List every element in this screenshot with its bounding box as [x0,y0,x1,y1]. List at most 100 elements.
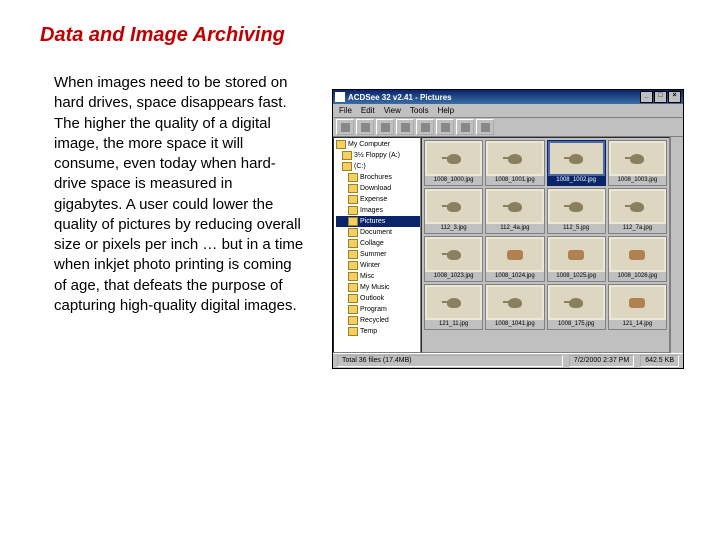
folder-icon [348,184,358,193]
toolbar-button[interactable] [456,119,474,135]
tree-item-label: Winter [360,260,380,271]
thumbnail-caption: 121_14.jpg [609,320,666,329]
embedded-screenshot: ACDSee 32 v2.41 - Pictures _ □ × File Ed… [332,89,684,369]
tree-item[interactable]: My Music [336,282,420,293]
folder-icon [348,261,358,270]
thumbnail-caption: 1008_1003.jpg [609,176,666,185]
thumbnail[interactable]: 1008_1041.jpg [485,284,544,330]
window-titlebar: ACDSee 32 v2.41 - Pictures _ □ × [333,90,683,104]
folder-icon [348,239,358,248]
folder-icon [348,283,358,292]
thumbnail[interactable]: 1008_1024.jpg [485,236,544,282]
menu-view[interactable]: View [384,106,401,115]
tree-item[interactable]: Document [336,227,420,238]
thumbnail[interactable]: 112_5.jpg [547,188,606,234]
tree-item-label: Outlook [360,293,384,304]
thumbnail[interactable]: 1008_1000.jpg [424,140,483,186]
tree-item[interactable]: Recycled [336,315,420,326]
folder-icon [348,327,358,336]
tree-item[interactable]: Misc [336,271,420,282]
menu-file[interactable]: File [339,106,352,115]
toolbar-icon [421,123,430,132]
thumbnail[interactable]: 121_11.jpg [424,284,483,330]
folder-icon [348,228,358,237]
thumbnail[interactable]: 112_4a.jpg [485,188,544,234]
thumbnail-image [427,239,480,270]
thumbnail-caption: 112_5.jpg [548,224,605,233]
thumbnail[interactable]: 1008_175.jpg [547,284,606,330]
thumbnail[interactable]: 1008_1001.jpg [485,140,544,186]
toolbar-button[interactable] [436,119,454,135]
tree-item-label: Document [360,227,392,238]
thumbnail[interactable]: 121_14.jpg [608,284,667,330]
tree-item[interactable]: Outlook [336,293,420,304]
tree-item-label: Images [360,205,383,216]
thumbnail-caption: 1008_1041.jpg [486,320,543,329]
thumbnail-caption: 1008_1026.jpg [609,272,666,281]
thumbnail[interactable]: 112_3.jpg [424,188,483,234]
folder-icon [348,272,358,281]
thumbnail-caption: 112_4a.jpg [486,224,543,233]
tree-item[interactable]: Pictures [336,216,420,227]
minimize-button[interactable]: _ [640,91,653,103]
thumbnail[interactable]: 1008_1023.jpg [424,236,483,282]
thumbnail-image [488,239,541,270]
window-title: ACDSee 32 v2.41 - Pictures [348,93,640,102]
status-mid: 7/2/2000 2:37 PM [569,355,634,367]
tree-item[interactable]: (C:) [336,161,420,172]
menu-tools[interactable]: Tools [410,106,429,115]
folder-icon [348,217,358,226]
thumbnail-caption: 112_3.jpg [425,224,482,233]
folder-icon [342,151,352,160]
folder-icon [348,250,358,259]
tree-item[interactable]: Winter [336,260,420,271]
tree-item-label: Temp [360,326,377,337]
tree-item-label: Collage [360,238,384,249]
thumbnail-pane: 1008_1000.jpg1008_1001.jpg1008_1002.jpg1… [421,137,670,353]
toolbar-icon [481,123,490,132]
thumbnail-caption: 1008_1023.jpg [425,272,482,281]
tree-item[interactable]: My Computer [336,139,420,150]
toolbar-button[interactable] [396,119,414,135]
tree-item[interactable]: Temp [336,326,420,337]
body-paragraph: When images need to be stored on hard dr… [40,73,304,316]
menu-edit[interactable]: Edit [361,106,375,115]
tree-item[interactable]: Program [336,304,420,315]
tree-item-label: Misc [360,271,374,282]
maximize-button[interactable]: □ [654,91,667,103]
tree-item[interactable]: Images [336,205,420,216]
thumbnail-caption: 1008_175.jpg [548,320,605,329]
toolbar-icon [401,123,410,132]
folder-icon [348,206,358,215]
tree-item[interactable]: Summer [336,249,420,260]
toolbar-button[interactable] [356,119,374,135]
folder-icon [348,316,358,325]
close-button[interactable]: × [668,91,681,103]
tree-item[interactable]: Collage [336,238,420,249]
thumbnail[interactable]: 1008_1026.jpg [608,236,667,282]
thumbnail[interactable]: 1008_1025.jpg [547,236,606,282]
thumbnail[interactable]: 112_7a.jpg [608,188,667,234]
tree-item-label: My Computer [348,139,390,150]
tree-item[interactable]: Download [336,183,420,194]
menu-help[interactable]: Help [438,106,454,115]
toolbar-icon [341,123,350,132]
thumbnail-image [611,287,664,318]
thumbnail-caption: 1008_1001.jpg [486,176,543,185]
thumbnail-caption: 1008_1025.jpg [548,272,605,281]
thumbnail[interactable]: 1008_1002.jpg [547,140,606,186]
thumbnail-caption: 1008_1000.jpg [425,176,482,185]
tree-item-label: Pictures [360,216,385,227]
scrollbar-vertical[interactable] [670,137,683,353]
toolbar-button[interactable] [336,119,354,135]
folder-tree[interactable]: My Computer3½ Floppy (A:)(C:)BrochuresDo… [333,137,421,353]
thumbnail[interactable]: 1008_1003.jpg [608,140,667,186]
tree-item[interactable]: Brochures [336,172,420,183]
toolbar-button[interactable] [476,119,494,135]
tree-item[interactable]: 3½ Floppy (A:) [336,150,420,161]
tree-item[interactable]: Expense [336,194,420,205]
toolbar-icon [461,123,470,132]
toolbar-button[interactable] [376,119,394,135]
toolbar-button[interactable] [416,119,434,135]
folder-icon [336,140,346,149]
